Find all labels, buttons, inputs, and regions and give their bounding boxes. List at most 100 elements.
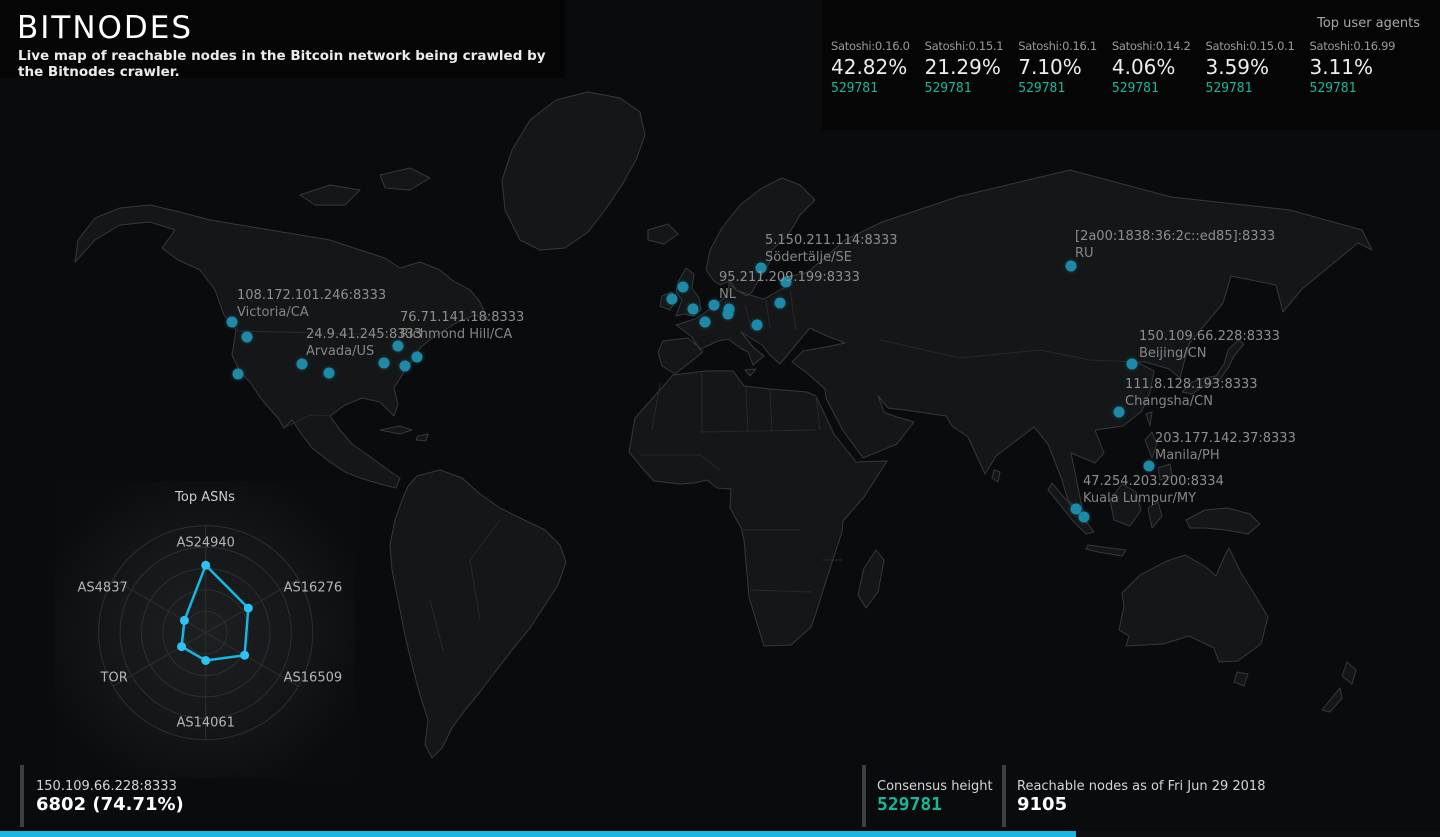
radar-data-point xyxy=(240,651,249,660)
radar-axis-label: AS16276 xyxy=(284,580,343,595)
node-ip: [2a00:1838:36:2c::ed85]:8333 xyxy=(1075,229,1275,246)
node-location: Beijing/CN xyxy=(1139,346,1280,363)
consensus-height-value: 529781 xyxy=(877,794,942,815)
node-dot[interactable] xyxy=(400,361,411,372)
node-dot[interactable] xyxy=(667,294,678,305)
selected-node-ip: 150.109.66.228:8333 xyxy=(36,779,177,794)
user-agent-name: Satoshi:0.14.2 xyxy=(1112,39,1191,53)
selected-node-count: 6802 (74.71%) xyxy=(36,794,184,815)
user-agent-name: Satoshi:0.16.0 xyxy=(831,39,910,53)
node-dot[interactable] xyxy=(324,368,335,379)
top-asns-panel: Top ASNs AS24940AS16276AS16509AS14061TOR… xyxy=(55,481,355,778)
node-label: 47.254.203.200:8334Kuala Lumpur/MY xyxy=(1083,474,1224,507)
user-agent-item: Satoshi:0.15.1 21.29% 529781 xyxy=(925,39,1004,96)
status-divider xyxy=(862,765,866,827)
node-location: Kuala Lumpur/MY xyxy=(1083,491,1224,508)
user-agent-item: Satoshi:0.16.0 42.82% 529781 xyxy=(831,39,910,96)
top-user-agents-panel: Top user agents Satoshi:0.16.0 42.82% 5297… xyxy=(822,0,1440,130)
node-dot[interactable] xyxy=(678,282,689,293)
node-ip: 76.71.141.18:8333 xyxy=(400,310,524,327)
node-dot[interactable] xyxy=(1071,504,1082,515)
user-agent-percent: 4.06% xyxy=(1112,55,1191,79)
node-dot[interactable] xyxy=(700,317,711,328)
user-agent-percent: 21.29% xyxy=(925,55,1004,79)
radar-data-point xyxy=(180,616,189,625)
node-dot[interactable] xyxy=(1127,359,1138,370)
node-ip: 150.109.66.228:8333 xyxy=(1139,329,1280,346)
user-agent-height: 529781 xyxy=(1310,81,1396,96)
brand-header: BITNODES Live map of reachable nodes in … xyxy=(0,0,565,78)
radar-data-point xyxy=(177,642,186,651)
node-ip: 47.254.203.200:8334 xyxy=(1083,474,1224,491)
status-divider xyxy=(1002,765,1006,827)
user-agent-height: 529781 xyxy=(925,81,1004,96)
node-ip: 95.211.209.199:8333 xyxy=(719,270,860,287)
node-label: 203.177.142.37:8333Manila/PH xyxy=(1155,431,1296,464)
node-label: 108.172.101.246:8333Victoria/CA xyxy=(237,288,386,321)
radar-data-point xyxy=(201,561,210,570)
consensus-height-label: Consensus height xyxy=(877,779,993,794)
user-agent-name: Satoshi:0.16.1 xyxy=(1018,39,1097,53)
node-dot[interactable] xyxy=(242,332,253,343)
node-dot[interactable] xyxy=(1114,407,1125,418)
node-location: Södertälje/SE xyxy=(765,250,898,267)
node-location: Victoria/CA xyxy=(237,305,386,322)
node-location: RU xyxy=(1075,246,1275,263)
node-label: [2a00:1838:36:2c::ed85]:8333RU xyxy=(1075,229,1275,262)
node-dot[interactable] xyxy=(233,369,244,380)
radar-axis-label: AS4837 xyxy=(78,580,128,595)
radar-data-point xyxy=(244,604,253,613)
node-location: Changsha/CN xyxy=(1125,394,1258,411)
top-user-agents-list: Satoshi:0.16.042.82%529781Satoshi:0.15.1… xyxy=(822,31,1440,96)
user-agent-height: 529781 xyxy=(1206,81,1295,96)
user-agent-item: Satoshi:0.14.2 4.06% 529781 xyxy=(1112,39,1191,96)
node-dot[interactable] xyxy=(688,304,699,315)
node-dot[interactable] xyxy=(227,317,238,328)
user-agent-percent: 3.11% xyxy=(1310,55,1396,79)
node-location: Richmond Hill/CA xyxy=(400,327,524,344)
reachable-nodes-label: Reachable nodes as of Fri Jun 29 2018 xyxy=(1017,779,1265,794)
node-dot[interactable] xyxy=(1079,512,1090,523)
radar-axis-label: AS16509 xyxy=(284,670,343,685)
user-agent-name: Satoshi:0.15.0.1 xyxy=(1206,39,1295,53)
user-agent-height: 529781 xyxy=(831,81,910,96)
node-ip: 108.172.101.246:8333 xyxy=(237,288,386,305)
tagline: Live map of reachable nodes in the Bitco… xyxy=(18,48,565,80)
radar-axis-label: TOR xyxy=(101,670,128,685)
user-agent-item: Satoshi:0.15.0.1 3.59% 529781 xyxy=(1206,39,1295,96)
bitnodes-live-map: 108.172.101.246:8333Victoria/CA24.9.41.2… xyxy=(0,0,1440,837)
node-dot[interactable] xyxy=(709,300,720,311)
node-ip: 203.177.142.37:8333 xyxy=(1155,431,1296,448)
user-agent-name: Satoshi:0.15.1 xyxy=(925,39,1004,53)
node-label: 5.150.211.114:8333Södertälje/SE xyxy=(765,233,898,266)
node-dot[interactable] xyxy=(1144,461,1155,472)
node-dot[interactable] xyxy=(1066,261,1077,272)
node-label: 150.109.66.228:8333Beijing/CN xyxy=(1139,329,1280,362)
node-dot[interactable] xyxy=(752,320,763,331)
top-user-agents-title: Top user agents xyxy=(822,0,1440,31)
node-ip: 111.8.128.193:8333 xyxy=(1125,377,1258,394)
node-location: NL xyxy=(719,287,860,304)
user-agent-percent: 42.82% xyxy=(831,55,910,79)
bitnodes-logo[interactable]: BITNODES xyxy=(17,10,565,46)
user-agent-item: Satoshi:0.16.99 3.11% 529781 xyxy=(1310,39,1396,96)
top-asns-radar-chart xyxy=(55,481,355,778)
node-dot[interactable] xyxy=(723,309,734,320)
progress-bar xyxy=(0,831,1076,837)
node-dot[interactable] xyxy=(297,359,308,370)
user-agent-height: 529781 xyxy=(1112,81,1191,96)
progress-track xyxy=(0,831,1440,837)
radar-data-point xyxy=(201,656,210,665)
user-agent-height: 529781 xyxy=(1018,81,1097,96)
user-agent-name: Satoshi:0.16.99 xyxy=(1310,39,1396,53)
user-agent-item: Satoshi:0.16.1 7.10% 529781 xyxy=(1018,39,1097,96)
node-label: 76.71.141.18:8333Richmond Hill/CA xyxy=(400,310,524,343)
reachable-nodes-value: 9105 xyxy=(1017,794,1067,815)
user-agent-percent: 7.10% xyxy=(1018,55,1097,79)
node-location: Manila/PH xyxy=(1155,448,1296,465)
user-agent-percent: 3.59% xyxy=(1206,55,1295,79)
status-divider xyxy=(20,765,24,827)
node-label: 111.8.128.193:8333Changsha/CN xyxy=(1125,377,1258,410)
node-ip: 5.150.211.114:8333 xyxy=(765,233,898,250)
node-label: 95.211.209.199:8333NL xyxy=(719,270,860,303)
